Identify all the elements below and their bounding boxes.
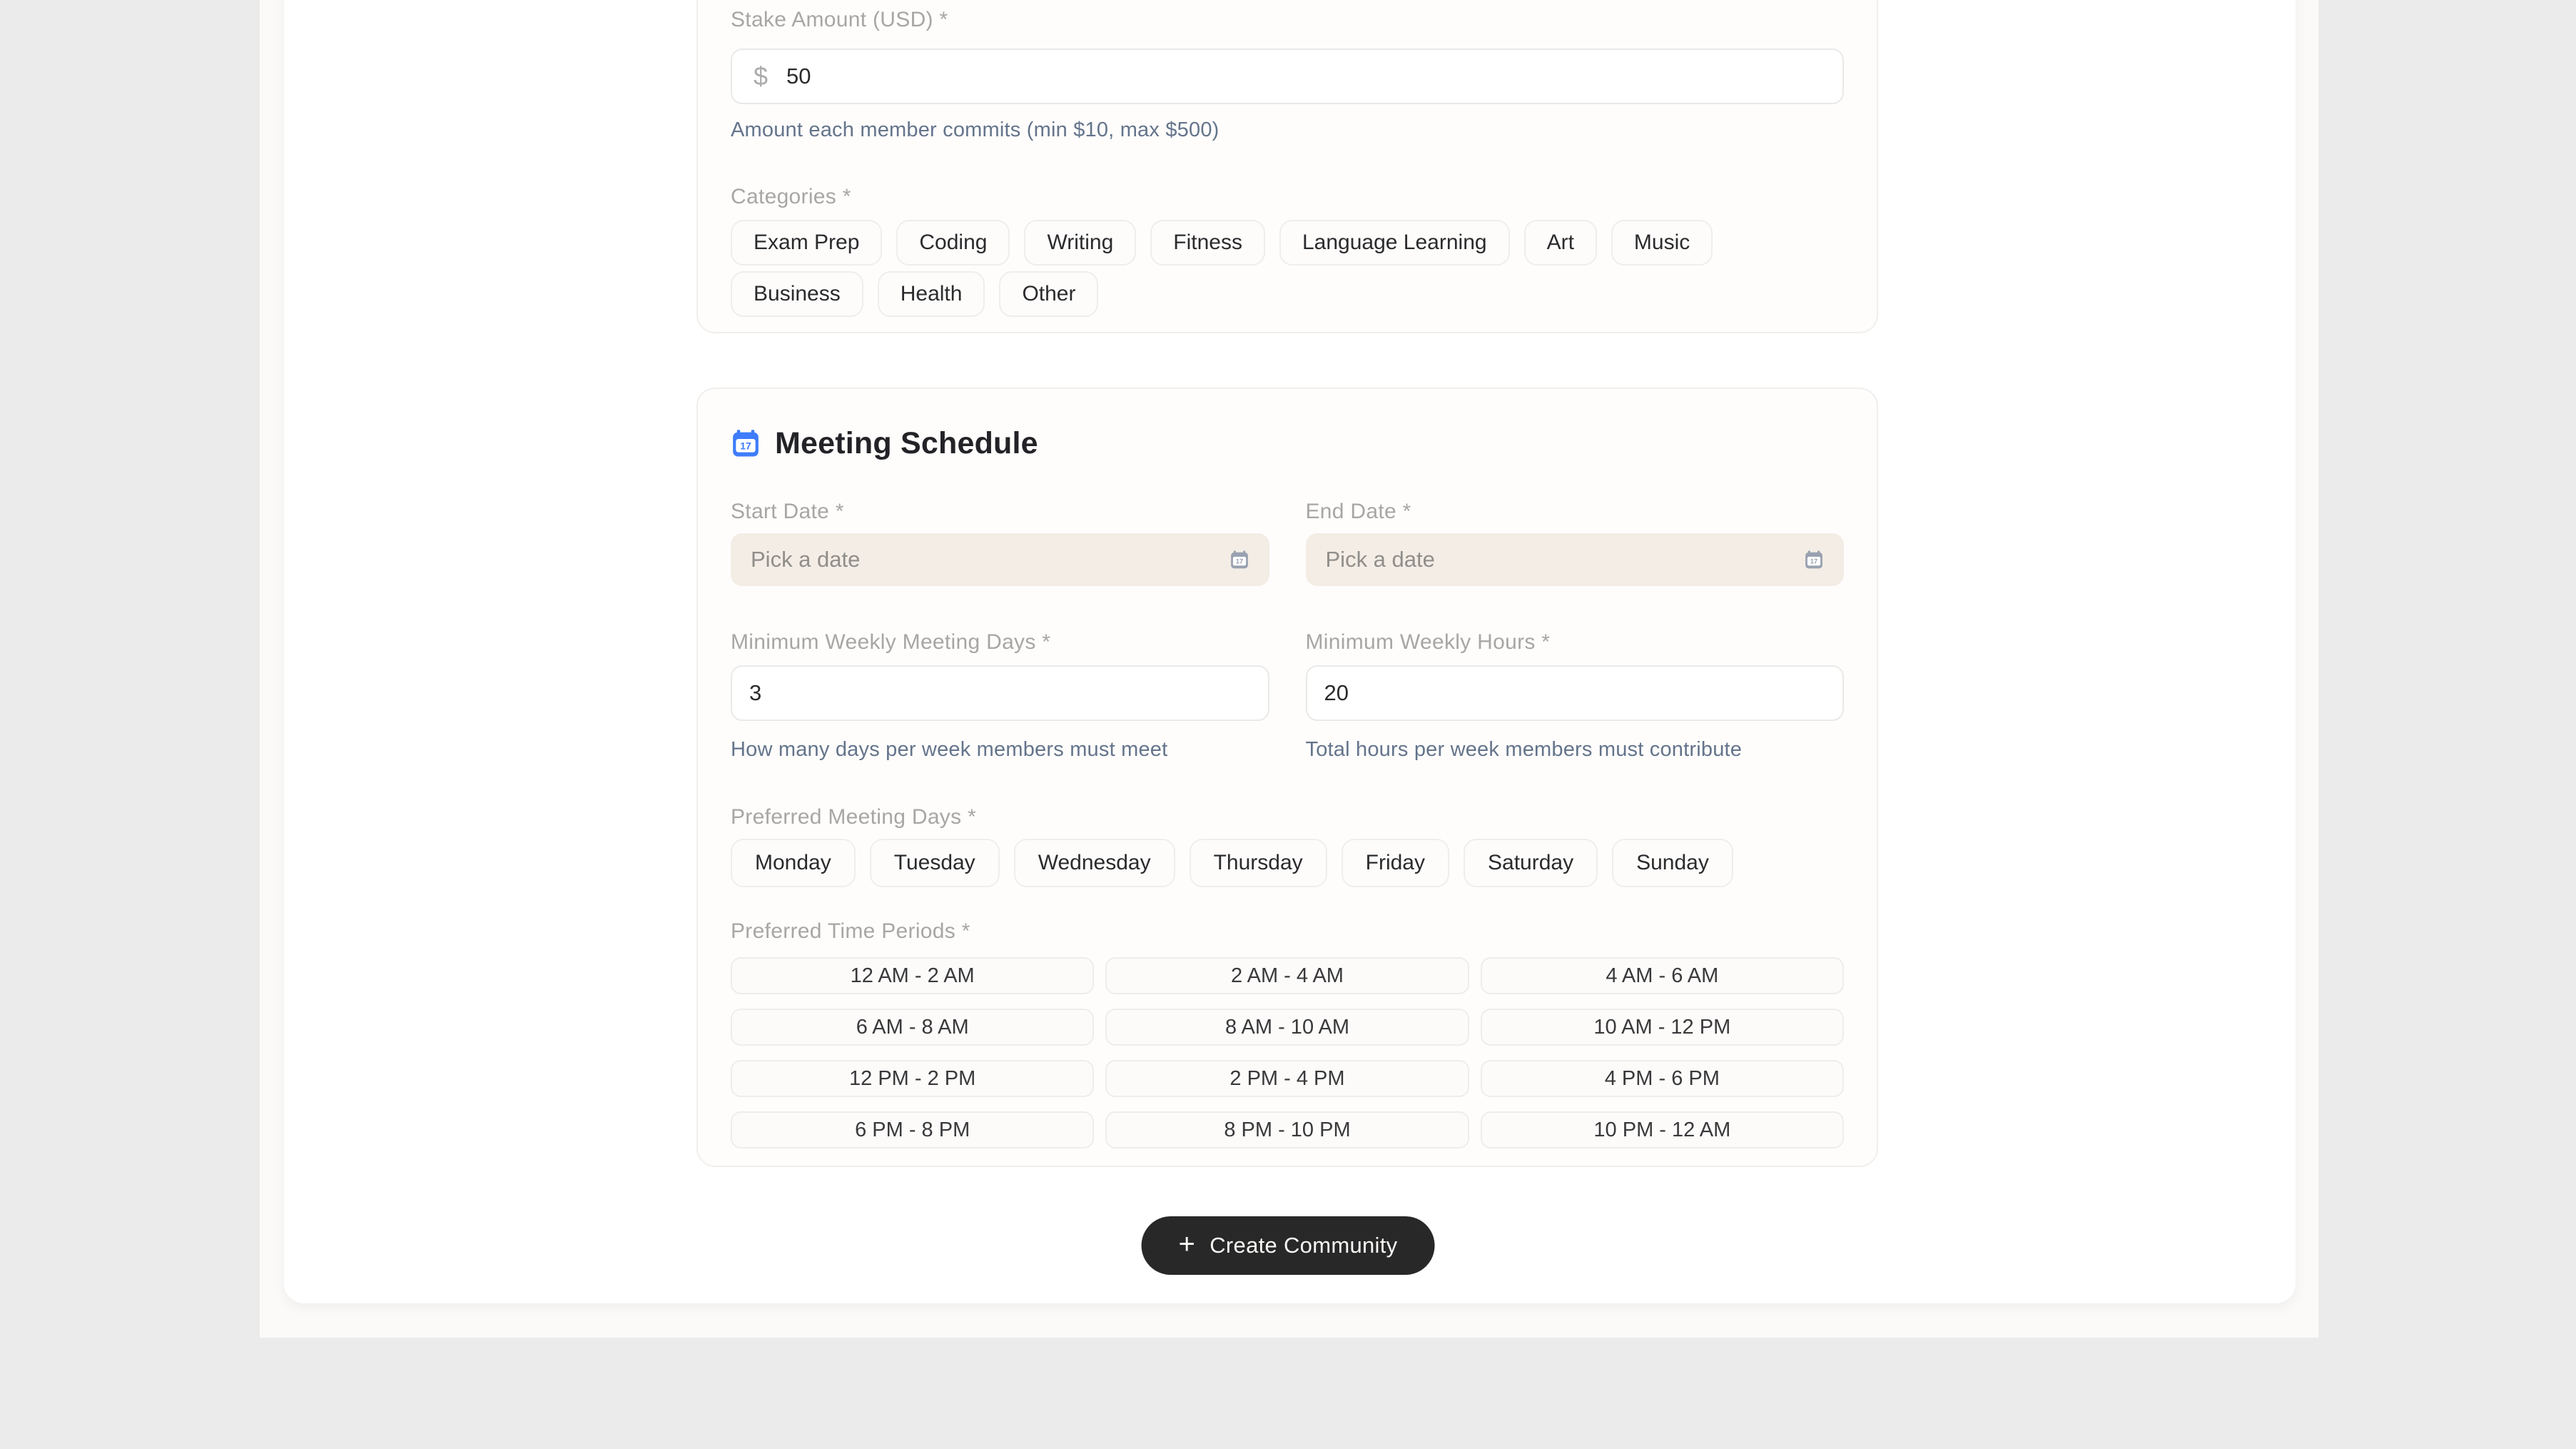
time-periods-grid: 12 AM - 2 AM 2 AM - 4 AM 4 AM - 6 AM 6 A… (731, 957, 1844, 1148)
end-date-group: End Date * 17 (1306, 499, 1845, 586)
day-chip-monday[interactable]: Monday (731, 839, 856, 887)
calendar-icon[interactable]: 17 (1804, 550, 1824, 570)
time-period-button[interactable]: 4 AM - 6 AM (1481, 957, 1844, 994)
svg-text:17: 17 (1235, 558, 1242, 565)
category-chip-other[interactable]: Other (999, 271, 1098, 317)
min-weekly-hours-helper: Total hours per week members must contri… (1306, 737, 1845, 762)
time-period-button[interactable]: 12 AM - 2 AM (731, 957, 1094, 994)
end-date-input[interactable] (1306, 533, 1845, 586)
day-chip-tuesday[interactable]: Tuesday (870, 839, 1000, 887)
time-period-button[interactable]: 4 PM - 6 PM (1481, 1060, 1844, 1097)
time-period-button[interactable]: 8 AM - 10 AM (1105, 1009, 1469, 1046)
day-chip-thursday[interactable]: Thursday (1190, 839, 1327, 887)
page-background: { "colors": { "page_background": "#ebebe… (0, 0, 2576, 1449)
create-community-button-label: Create Community (1210, 1233, 1397, 1258)
day-chip-saturday[interactable]: Saturday (1464, 839, 1598, 887)
category-chip-health[interactable]: Health (878, 271, 985, 317)
category-chip-art[interactable]: Art (1524, 220, 1597, 266)
stake-categories-section: Stake Amount (USD) * $ Amount each membe… (696, 0, 1878, 333)
time-period-button[interactable]: 6 PM - 8 PM (731, 1111, 1094, 1148)
min-weekly-days-input[interactable] (731, 665, 1269, 721)
category-chip-exam-prep[interactable]: Exam Prep (731, 220, 882, 266)
meeting-schedule-title: Meeting Schedule (775, 426, 1038, 460)
end-date-label: End Date * (1306, 499, 1845, 525)
categories-label: Categories * (731, 184, 1844, 210)
time-period-button[interactable]: 2 AM - 4 AM (1105, 957, 1469, 994)
create-community-button[interactable]: + Create Community (1142, 1216, 1435, 1275)
time-periods-label: Preferred Time Periods * (731, 919, 1844, 944)
day-chip-sunday[interactable]: Sunday (1612, 839, 1733, 887)
min-weekly-days-label: Minimum Weekly Meeting Days * (731, 630, 1269, 655)
min-weekly-hours-input[interactable] (1306, 665, 1845, 721)
day-chip-friday[interactable]: Friday (1342, 839, 1449, 887)
category-chip-fitness[interactable]: Fitness (1150, 220, 1265, 266)
end-date-field[interactable]: 17 (1306, 533, 1845, 586)
stake-amount-helper: Amount each member commits (min $10, max… (731, 117, 1844, 143)
dollar-icon: $ (754, 61, 768, 91)
stake-amount-field[interactable]: $ (731, 49, 1844, 104)
stake-amount-label: Stake Amount (USD) * (731, 7, 1844, 33)
calendar-icon: 17 (731, 428, 761, 458)
meeting-schedule-heading: 17 Meeting Schedule (731, 426, 1844, 460)
category-chip-music[interactable]: Music (1611, 220, 1713, 266)
time-period-button[interactable]: 10 PM - 12 AM (1481, 1111, 1844, 1148)
start-date-label: Start Date * (731, 499, 1269, 525)
day-chip-wednesday[interactable]: Wednesday (1014, 839, 1175, 887)
start-date-group: Start Date * 17 (731, 499, 1269, 586)
min-weekly-days-group: Minimum Weekly Meeting Days * How many d… (731, 630, 1269, 762)
time-period-button[interactable]: 12 PM - 2 PM (731, 1060, 1094, 1097)
calendar-icon[interactable]: 17 (1229, 550, 1249, 570)
plus-icon: + (1179, 1230, 1196, 1258)
svg-text:17: 17 (1810, 558, 1817, 565)
time-period-button[interactable]: 10 AM - 12 PM (1481, 1009, 1844, 1046)
time-period-button[interactable]: 2 PM - 4 PM (1105, 1060, 1469, 1097)
preferred-days-row: Monday Tuesday Wednesday Thursday Friday… (731, 839, 1844, 887)
category-chip-language-learning[interactable]: Language Learning (1279, 220, 1510, 266)
min-weekly-hours-label: Minimum Weekly Hours * (1306, 630, 1845, 655)
min-weekly-hours-group: Minimum Weekly Hours * Total hours per w… (1306, 630, 1845, 762)
meeting-schedule-section: 17 Meeting Schedule Start Date * 17 End … (696, 388, 1878, 1167)
stake-amount-input[interactable] (768, 50, 1842, 103)
start-date-field[interactable]: 17 (731, 533, 1269, 586)
time-period-button[interactable]: 8 PM - 10 PM (1105, 1111, 1469, 1148)
category-chip-row: Exam Prep Coding Writing Fitness Languag… (731, 220, 1844, 317)
category-chip-coding[interactable]: Coding (896, 220, 1010, 266)
time-period-button[interactable]: 6 AM - 8 AM (731, 1009, 1094, 1046)
start-date-input[interactable] (731, 533, 1269, 586)
svg-text:17: 17 (740, 440, 751, 452)
category-chip-business[interactable]: Business (731, 271, 863, 317)
preferred-days-label: Preferred Meeting Days * (731, 804, 1844, 830)
category-chip-writing[interactable]: Writing (1024, 220, 1136, 266)
min-weekly-days-helper: How many days per week members must meet (731, 737, 1269, 762)
